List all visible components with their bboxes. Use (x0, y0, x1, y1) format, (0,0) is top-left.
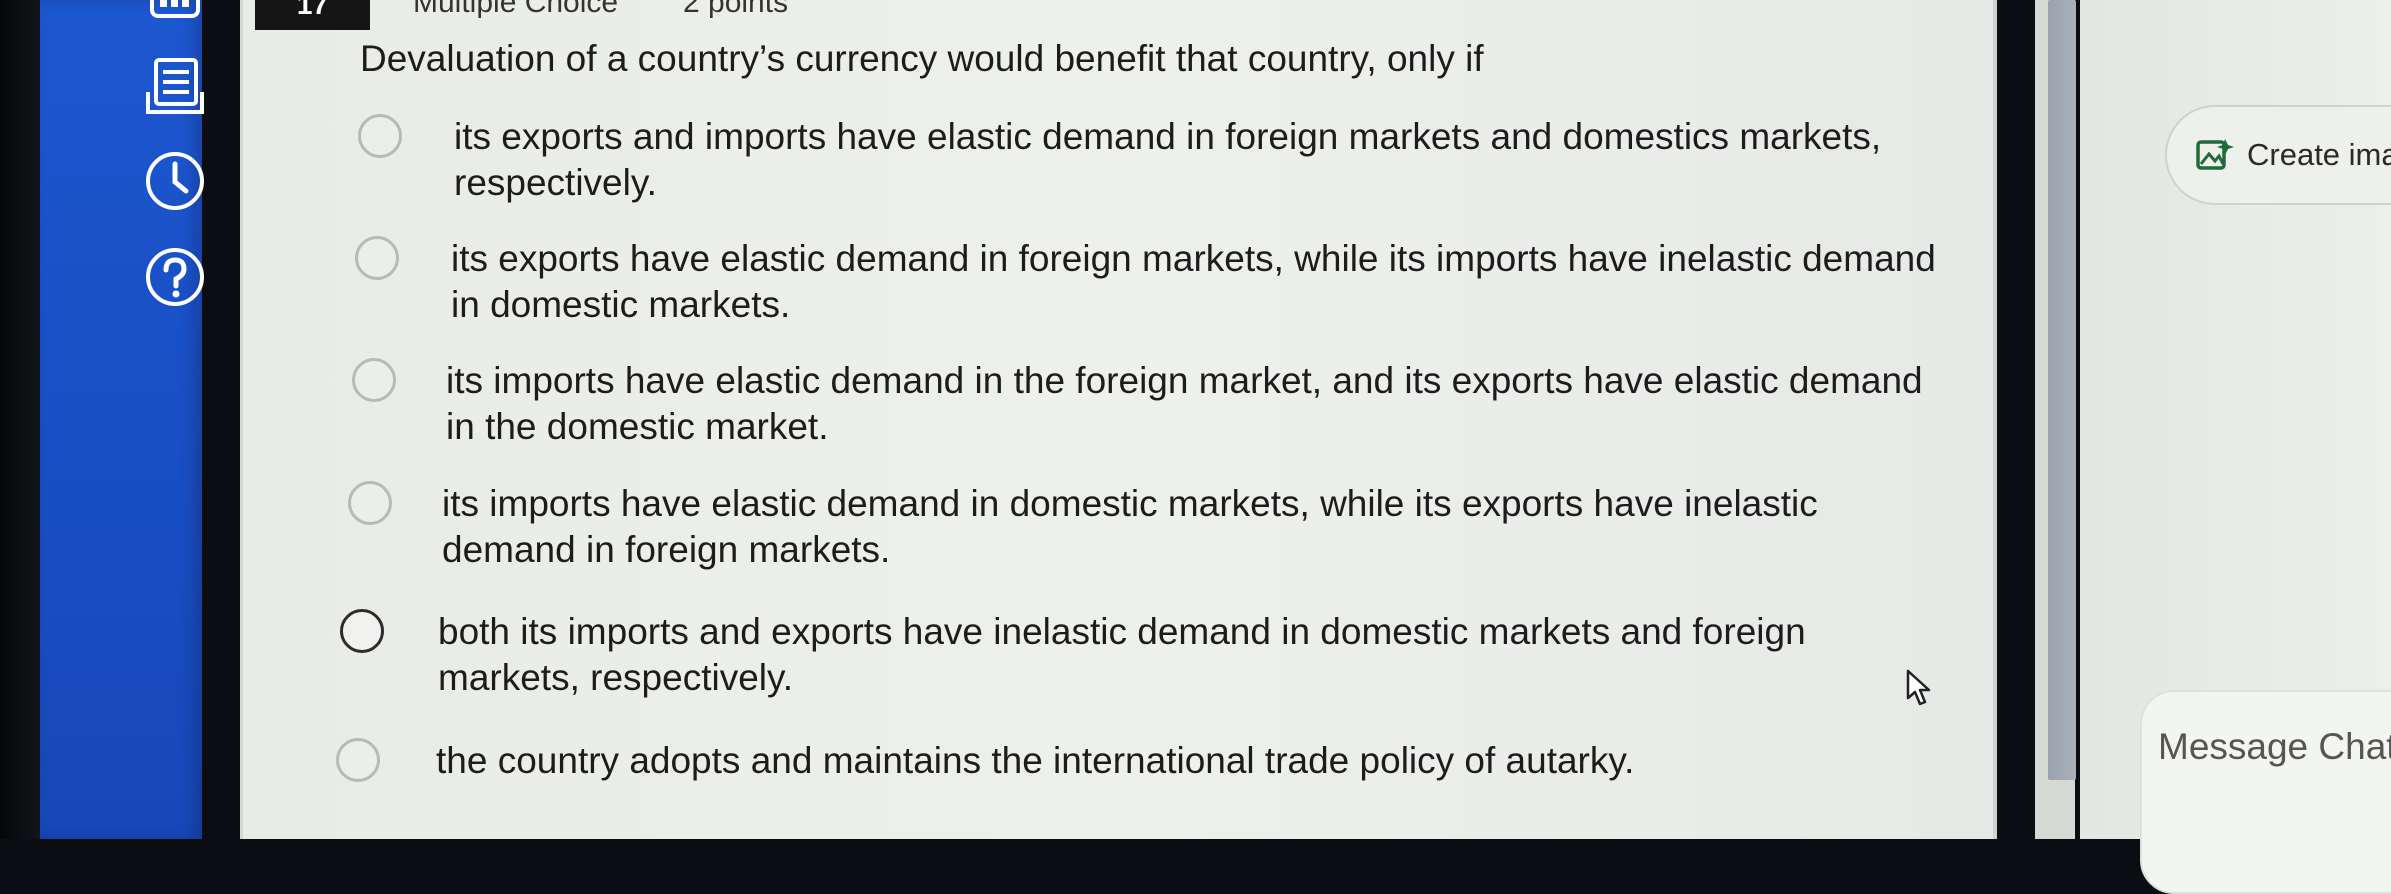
option-b-line2: in domestic markets. (451, 284, 791, 325)
option-b[interactable]: its exports have elastic demand in forei… (355, 236, 1936, 328)
calculator-button[interactable] (140, 0, 210, 30)
option-e-line1: both its imports and exports have inelas… (438, 611, 1806, 652)
question-type: Multiple Choice (413, 0, 619, 19)
clock-icon (146, 152, 204, 210)
option-e-line2: markets, respectively. (438, 657, 794, 698)
radio-button[interactable] (352, 358, 396, 402)
sidebar (40, 0, 204, 839)
option-d[interactable]: its imports have elastic demand in domes… (348, 481, 1818, 573)
radio-button[interactable] (358, 114, 402, 158)
create-image-label: Create ima (2247, 137, 2391, 172)
create-image-button[interactable]: Create ima (2165, 105, 2391, 205)
help-button[interactable] (140, 242, 210, 312)
question-text: Devaluation of a country’s currency woul… (360, 38, 1484, 79)
option-a-line1: its exports and imports have elastic dem… (454, 116, 1882, 157)
help-icon (146, 248, 204, 306)
option-f-line1: the country adopts and maintains the int… (436, 740, 1635, 781)
image-create-icon (2196, 139, 2234, 170)
radio-button[interactable] (355, 236, 399, 280)
option-d-line2: demand in foreign markets. (442, 529, 891, 570)
option-c-line1: its imports have elastic demand in the f… (446, 360, 1923, 401)
option-f[interactable]: the country adopts and maintains the int… (336, 738, 1634, 784)
scrollbar-thumb[interactable] (2048, 0, 2076, 780)
radio-button[interactable] (336, 738, 380, 782)
calculator-icon (150, 0, 200, 18)
option-a-line2: respectively. (454, 162, 657, 203)
message-placeholder: Message Chat (2158, 726, 2391, 767)
reference-button[interactable] (140, 52, 210, 122)
question-number-text: 17 (296, 0, 329, 20)
radio-button[interactable] (340, 609, 384, 653)
radio-button[interactable] (348, 481, 392, 525)
message-input[interactable]: Message Chat (2140, 690, 2391, 894)
question-points: 2 points (683, 0, 789, 19)
question-number: 17 (255, 0, 370, 30)
mouse-cursor-icon (1906, 669, 1931, 706)
option-e[interactable]: both its imports and exports have inelas… (340, 609, 1806, 701)
option-c-line2: in the domestic market. (446, 406, 829, 447)
document-icon (146, 58, 204, 114)
timer-button[interactable] (140, 146, 210, 216)
option-c[interactable]: its imports have elastic demand in the f… (352, 358, 1923, 450)
option-d-line1: its imports have elastic demand in domes… (442, 483, 1818, 524)
option-b-line1: its exports have elastic demand in forei… (451, 238, 1936, 279)
option-a[interactable]: its exports and imports have elastic dem… (358, 114, 1881, 206)
